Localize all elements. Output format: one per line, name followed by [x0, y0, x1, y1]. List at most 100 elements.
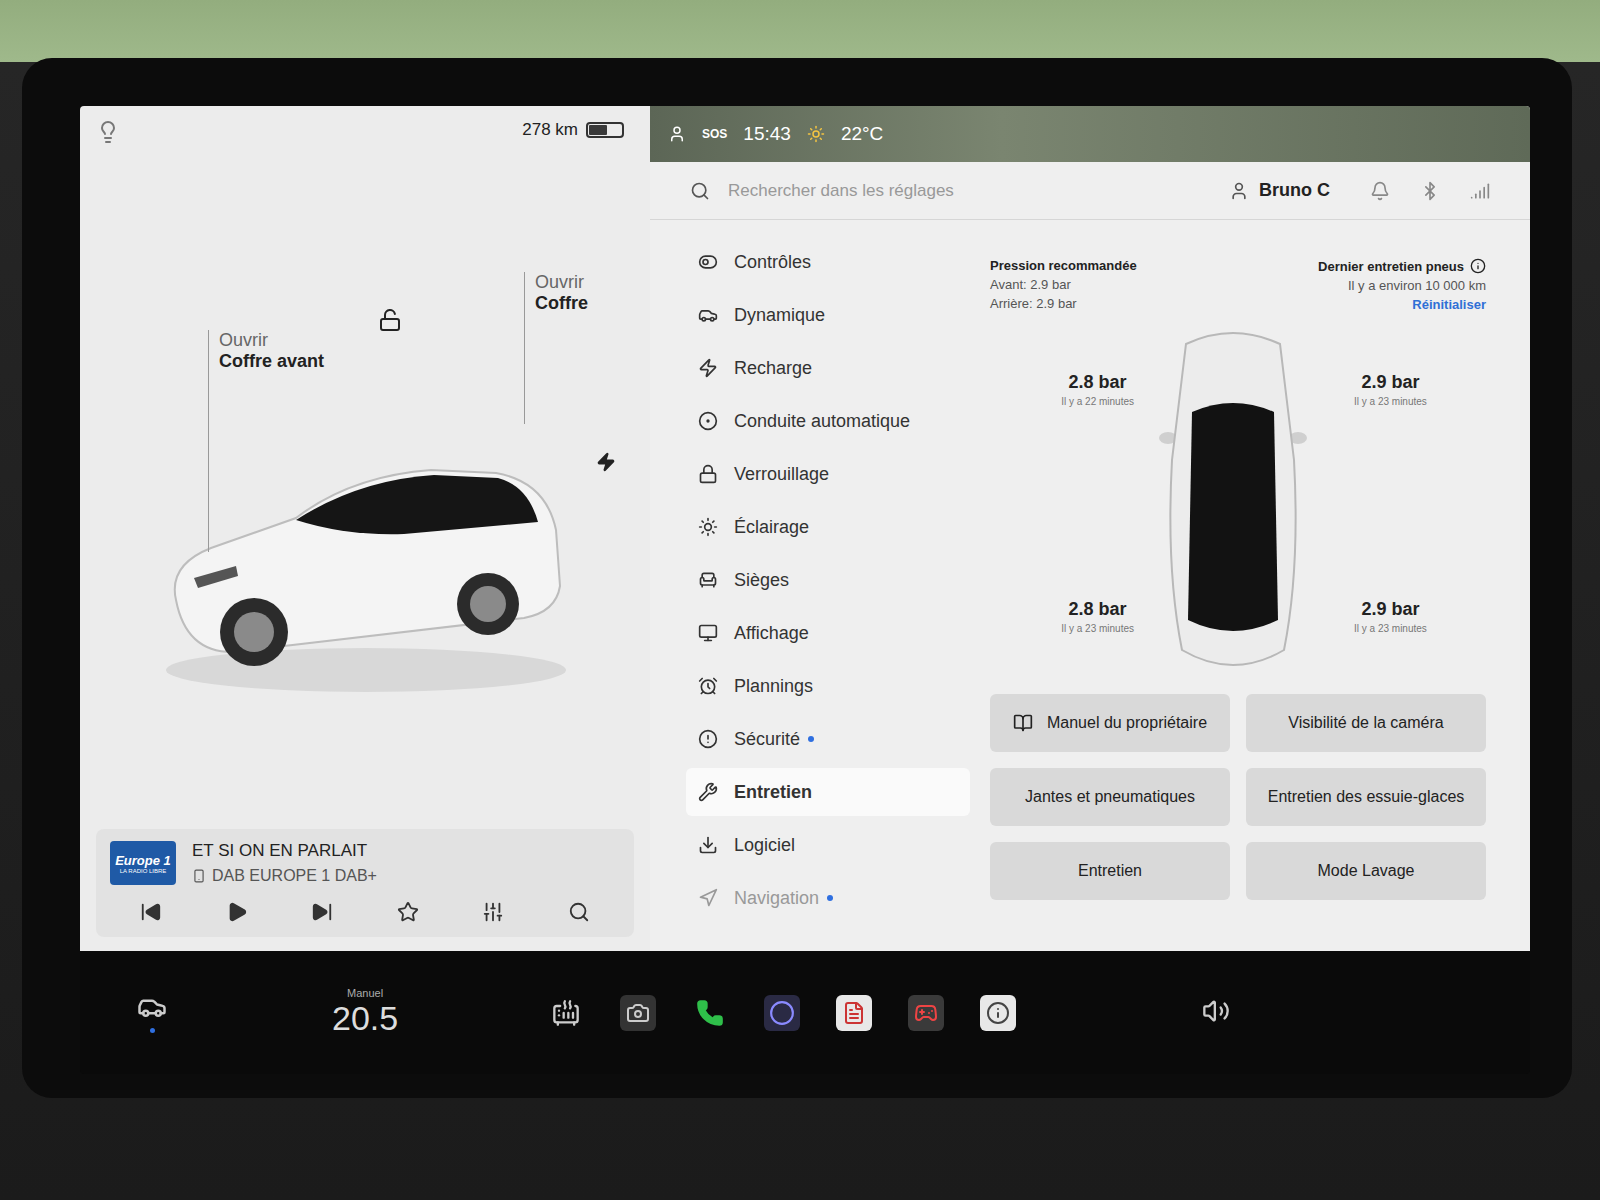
- climate-temperature: 20.5: [332, 999, 398, 1038]
- sidebar-item[interactable]: Affichage: [686, 609, 970, 657]
- settings-button[interactable]: Mode Lavage: [1246, 842, 1486, 900]
- sidebar-item[interactable]: Éclairage: [686, 503, 970, 551]
- media-title: ET SI ON EN PARLAIT: [192, 841, 377, 861]
- volume-icon[interactable]: [1202, 997, 1230, 1025]
- navigation-icon: [698, 888, 718, 908]
- sidebar-label: Éclairage: [734, 517, 809, 538]
- sidebar-item[interactable]: Navigation: [686, 874, 970, 922]
- sidebar-label: Plannings: [734, 676, 813, 697]
- trunk-button[interactable]: OuvrirCoffre avant: [208, 330, 324, 552]
- logo-tagline: LA RADIO LIBRE: [120, 868, 167, 874]
- settings-button[interactable]: Visibilité de la caméra: [1246, 694, 1486, 752]
- dashcam-icon[interactable]: [626, 1001, 650, 1025]
- media-card: Europe 1LA RADIO LIBRE ET SI ON EN PARLAI…: [96, 829, 634, 937]
- arcade-icon[interactable]: [914, 1001, 938, 1025]
- info-icon[interactable]: [1470, 258, 1486, 274]
- lock-open-icon[interactable]: [378, 308, 402, 332]
- app-button[interactable]: [692, 995, 728, 1031]
- tire-time: Il y a 23 minutes: [1061, 623, 1134, 634]
- calendar-icon[interactable]: [842, 1001, 866, 1025]
- lte-signal-icon: [1470, 181, 1490, 201]
- charge-port[interactable]: [596, 452, 616, 476]
- sidebar: Contrôles Dynamique Recharge Conduite autom…: [650, 220, 970, 951]
- sidebar-item[interactable]: Plannings: [686, 662, 970, 710]
- battery-fill: [589, 125, 607, 135]
- search-field[interactable]: Rechercher dans les réglages: [690, 181, 1213, 201]
- settings-header: Rechercher dans les réglages Bruno C: [650, 162, 1530, 220]
- settings-button[interactable]: Manuel du propriétaire: [990, 694, 1230, 752]
- settings-button[interactable]: Jantes et pneumatiques: [990, 768, 1230, 826]
- climate-control[interactable]: Manuel20.5: [332, 987, 398, 1038]
- camera-lens-icon[interactable]: [769, 1000, 795, 1026]
- sidebar-label: Conduite automatique: [734, 411, 910, 432]
- settings-button[interactable]: Entretien des essuie-glaces: [1246, 768, 1486, 826]
- sidebar-item[interactable]: Dynamique: [686, 291, 970, 339]
- car-top-icon: [1158, 320, 1308, 680]
- media-search-icon[interactable]: [568, 901, 590, 923]
- header-icons: [1370, 181, 1490, 201]
- climate-mode: Manuel: [347, 987, 383, 999]
- shadow: [166, 648, 566, 692]
- sidebar-item[interactable]: Sièges: [686, 556, 970, 604]
- tire-info-row: Pression recommandéeAvant: 2.9 barArrièr…: [990, 258, 1486, 312]
- reset-link[interactable]: Réinitialiser: [1412, 297, 1486, 312]
- search-icon: [690, 181, 710, 201]
- play-icon[interactable]: [226, 901, 248, 923]
- auto-headlight-icon[interactable]: [96, 120, 120, 144]
- sidebar-item[interactable]: Contrôles: [686, 238, 970, 286]
- next-icon[interactable]: [311, 901, 333, 923]
- button-label: Manuel du propriétaire: [1047, 714, 1207, 732]
- volume-button[interactable]: [1202, 997, 1230, 1029]
- tire-time: Il y a 23 minutes: [1354, 623, 1427, 634]
- sidebar-item[interactable]: Logiciel: [686, 821, 970, 869]
- station-logo: Europe 1LA RADIO LIBRE: [110, 841, 176, 885]
- sidebar-item[interactable]: Sécurité: [686, 715, 970, 763]
- info-app-icon[interactable]: [986, 1001, 1010, 1025]
- user-name[interactable]: Bruno C: [1229, 180, 1330, 201]
- seat-icon: [698, 570, 718, 590]
- car-icon: [698, 305, 718, 325]
- top-roof: [1188, 403, 1278, 631]
- sidebar-item[interactable]: Conduite automatique: [686, 397, 970, 445]
- app-launcher: [548, 995, 1016, 1031]
- app-button[interactable]: [908, 995, 944, 1031]
- label-text: Coffre avant: [208, 351, 324, 372]
- battery-icon: [586, 122, 624, 138]
- maintenance-content: Pression recommandéeAvant: 2.9 barArrièr…: [970, 220, 1530, 951]
- bell-icon[interactable]: [1370, 181, 1390, 201]
- app-button[interactable]: [836, 995, 872, 1031]
- equalizer-icon[interactable]: [482, 901, 504, 923]
- label-text: Coffre: [524, 293, 588, 314]
- driver-icon: [668, 125, 686, 143]
- range-status: 278 km: [522, 120, 634, 140]
- charge-port-icon[interactable]: [596, 452, 616, 472]
- info-block: Dernier entretien pneusIl y a environ 10…: [1318, 258, 1486, 312]
- sidebar-item[interactable]: Entretien: [686, 768, 970, 816]
- weather-sun-icon: [807, 125, 825, 143]
- alert-icon: [698, 729, 718, 749]
- app-button[interactable]: [620, 995, 656, 1031]
- car-icon[interactable]: [137, 992, 167, 1022]
- trunk-button[interactable]: OuvrirCoffre: [524, 272, 588, 424]
- phone-icon[interactable]: [696, 999, 724, 1027]
- sidebar-item[interactable]: Verrouillage: [686, 450, 970, 498]
- sidebar-item[interactable]: Recharge: [686, 344, 970, 392]
- top-body: [1170, 333, 1295, 665]
- settings-button[interactable]: Entretien: [990, 842, 1230, 900]
- bluetooth-icon[interactable]: [1420, 181, 1440, 201]
- sidebar-label: Verrouillage: [734, 464, 829, 485]
- favorite-icon[interactable]: [397, 901, 419, 923]
- app-button[interactable]: [764, 995, 800, 1031]
- app-button[interactable]: [980, 995, 1016, 1031]
- settings-panel: SOS15:4322°CRechercher dans les réglages…: [650, 106, 1530, 951]
- sidebar-label: Navigation: [734, 888, 819, 909]
- previous-icon[interactable]: [140, 901, 162, 923]
- app-button[interactable]: [548, 995, 584, 1031]
- label-line: [524, 314, 525, 424]
- lock-toggle[interactable]: [378, 308, 402, 336]
- defrost-icon[interactable]: [552, 999, 580, 1027]
- button-label: Visibilité de la caméra: [1288, 714, 1443, 732]
- sidebar-label: Contrôles: [734, 252, 811, 273]
- car-panel: 278 km OuvrirCoffre avant OuvrirCoffre Euro…: [80, 106, 650, 951]
- car-button[interactable]: [122, 992, 182, 1033]
